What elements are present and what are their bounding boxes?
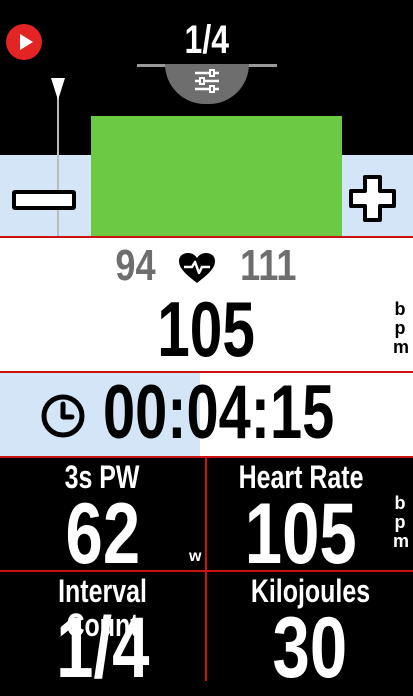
heart-rate-current: 105 <box>0 288 413 370</box>
field-value: 62 <box>65 486 140 582</box>
sliders-icon <box>195 69 219 93</box>
position-marker <box>51 78 65 100</box>
field-value: 1/4 <box>55 600 150 696</box>
page-indicator-label: 1/4 <box>184 18 229 62</box>
page-indicator: 1/4 <box>0 18 413 62</box>
decrease-button[interactable] <box>0 155 91 236</box>
clock-icon <box>41 394 85 438</box>
field-interval-count: Interval Count 1/4 <box>0 572 205 691</box>
heart-rate-min: 94 <box>114 241 156 290</box>
field-3s-power: 3s PW 62 w <box>0 458 205 577</box>
interval-step-block <box>91 116 342 236</box>
field-kilojoules: Kilojoules 30 <box>207 572 413 691</box>
field-unit: w <box>189 548 202 565</box>
heart-rate-range: 94 111 <box>0 242 413 290</box>
heart-rate-max: 111 <box>240 241 297 290</box>
plus-icon <box>349 175 396 222</box>
timer-value: 00:04:15 <box>103 371 407 455</box>
timer-panel: 00:04:15 <box>0 371 413 456</box>
field-value: 30 <box>272 600 348 696</box>
heart-rate-panel: 94 111 105 bpm <box>0 238 413 371</box>
heart-rate-current-value: 105 <box>157 285 256 373</box>
settings-pull-tab[interactable] <box>165 64 249 104</box>
minus-icon <box>12 190 76 210</box>
timer-value-text: 00:04:15 <box>103 370 335 455</box>
field-heart-rate: Heart Rate 105 bpm <box>207 458 413 577</box>
workout-graph-panel: 1/4 <box>0 0 413 236</box>
heart-icon <box>178 253 215 284</box>
increase-button[interactable] <box>342 155 413 236</box>
heart-rate-unit: bpm <box>393 299 410 357</box>
data-fields-grid: 3s PW 62 w Heart Rate 105 bpm Interval C… <box>0 458 413 691</box>
field-value: 105 <box>245 486 357 582</box>
field-unit: bpm <box>393 493 410 551</box>
